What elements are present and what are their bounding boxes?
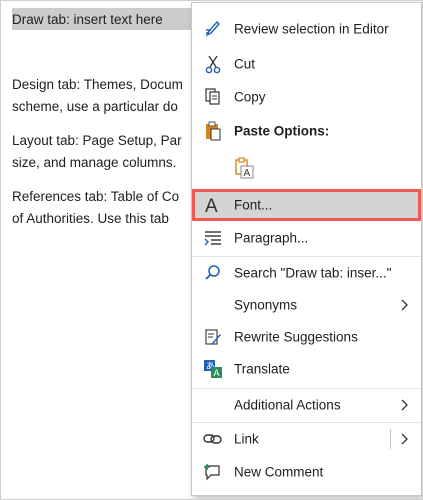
chevron-right-icon[interactable]	[399, 432, 409, 446]
menu-label-copy: Copy	[234, 89, 266, 105]
paste-text-only-icon: A	[234, 157, 256, 179]
menu-label-paste-options: Paste Options:	[234, 123, 330, 139]
svg-text:A: A	[205, 196, 218, 215]
menu-label-synonyms: Synonyms	[234, 297, 298, 313]
menu-label-additional: Additional Actions	[234, 397, 341, 413]
menu-item-link[interactable]: Link	[192, 424, 421, 454]
doc-line-3[interactable]: Layout tab: Page Setup, Par	[12, 130, 182, 151]
new-comment-icon	[202, 461, 224, 483]
translate-icon: あ A	[202, 358, 224, 380]
split-divider	[390, 429, 391, 449]
menu-item-additional-actions[interactable]: Additional Actions	[192, 390, 421, 420]
search-icon	[202, 262, 224, 284]
menu-item-paste-options: Paste Options:	[192, 116, 421, 146]
copy-icon	[202, 86, 224, 108]
chevron-right-icon	[399, 398, 409, 412]
menu-label-paragraph: Paragraph...	[234, 230, 309, 246]
editor-pen-icon	[202, 18, 224, 40]
doc-line-2[interactable]: scheme, use a particular do	[12, 96, 178, 117]
menu-label-link: Link	[234, 431, 259, 447]
menu-label-translate: Translate	[234, 361, 290, 377]
clipboard-icon	[202, 120, 224, 142]
menu-item-rewrite-suggestions[interactable]: Rewrite Suggestions	[192, 322, 421, 352]
menu-item-translate[interactable]: あ A Translate	[192, 354, 421, 384]
menu-separator	[192, 422, 421, 423]
svg-text:A: A	[214, 368, 220, 378]
menu-separator	[192, 388, 421, 389]
menu-item-search[interactable]: Search "Draw tab: inser..."	[192, 258, 421, 288]
svg-text:A: A	[244, 168, 251, 179]
menu-label-cut: Cut	[234, 56, 256, 72]
doc-line-1[interactable]: Design tab: Themes, Docum	[12, 74, 183, 95]
doc-line-6[interactable]: of Authorities. Use this tab	[12, 208, 169, 229]
selected-text[interactable]: Draw tab: insert text here	[12, 9, 163, 30]
chevron-right-icon	[399, 298, 409, 312]
context-menu: Review selection in Editor Cut Copy Past…	[191, 2, 422, 496]
menu-label-rewrite: Rewrite Suggestions	[234, 329, 358, 345]
menu-item-copy[interactable]: Copy	[192, 82, 421, 112]
menu-separator	[192, 256, 421, 257]
paragraph-icon	[202, 227, 224, 249]
menu-item-cut[interactable]: Cut	[192, 49, 421, 79]
menu-label-font: Font...	[234, 197, 273, 213]
menu-item-paragraph[interactable]: Paragraph...	[192, 223, 421, 253]
doc-line-4[interactable]: size, and manage columns.	[12, 152, 176, 173]
menu-label-search: Search "Draw tab: inser..."	[234, 265, 392, 281]
doc-line-5[interactable]: References tab: Table of Co	[12, 186, 179, 207]
menu-item-font[interactable]: A Font...	[192, 189, 421, 221]
menu-item-new-comment[interactable]: New Comment	[192, 457, 421, 487]
menu-item-review-selection[interactable]: Review selection in Editor	[192, 14, 421, 44]
link-icon	[202, 428, 224, 450]
menu-label-review: Review selection in Editor	[234, 21, 389, 37]
menu-label-new-comment: New Comment	[234, 464, 324, 480]
rewrite-icon	[202, 326, 224, 348]
menu-item-synonyms[interactable]: Synonyms	[192, 290, 421, 320]
scissors-icon	[202, 53, 224, 75]
font-a-icon: A	[202, 194, 224, 216]
paste-keep-text-only-button[interactable]: A	[192, 152, 421, 184]
